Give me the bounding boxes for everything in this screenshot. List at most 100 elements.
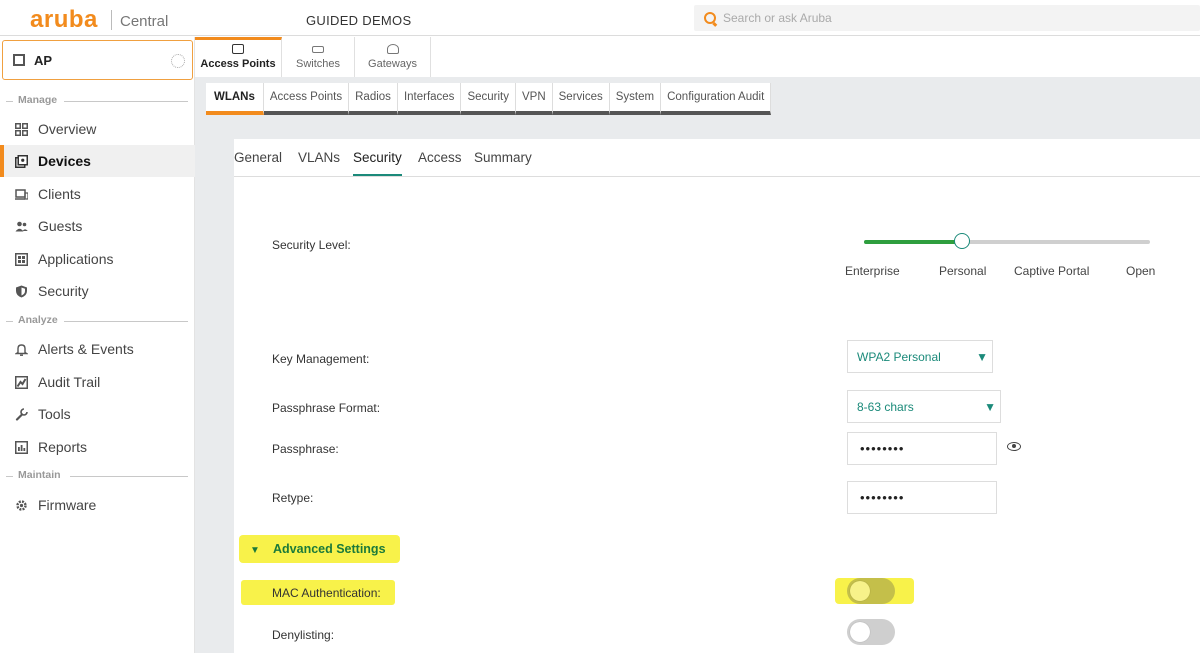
tab-label: Switches — [295, 58, 341, 70]
tab-gateways[interactable]: Gateways — [355, 37, 431, 77]
toggle-knob — [850, 622, 870, 642]
key-management-select[interactable]: WPA2 Personal ▼ — [847, 340, 993, 373]
sidebar-item-applications[interactable]: Applications — [0, 243, 195, 275]
advanced-settings-toggle[interactable]: Advanced Settings — [273, 542, 386, 556]
page-title: GUIDED DEMOS — [306, 13, 412, 28]
context-label: AP — [34, 53, 53, 68]
wizard-tab-general[interactable]: General — [234, 150, 282, 165]
loading-spinner-icon — [171, 54, 185, 68]
tab-radios[interactable]: Radios — [349, 83, 398, 115]
audit-icon — [15, 376, 28, 389]
security-level-enterprise[interactable]: Enterprise — [845, 264, 900, 278]
eye-icon[interactable] — [1007, 442, 1021, 451]
wizard-tab-vlans[interactable]: VLANs — [298, 150, 340, 165]
product-name: Central — [120, 13, 169, 30]
logo-divider — [111, 10, 112, 30]
sidebar-item-tools[interactable]: Tools — [0, 398, 195, 430]
chevron-down-icon[interactable]: ▼ — [250, 545, 260, 556]
sidebar-item-label: Audit Trail — [38, 374, 101, 390]
tab-label: Access Points — [200, 58, 276, 70]
search-bar[interactable]: Search or ask Aruba — [694, 5, 1200, 31]
tab-configuration-audit[interactable]: Configuration Audit — [661, 83, 772, 115]
sidebar-item-label: Alerts & Events — [38, 341, 134, 357]
device-type-tabs: Access Points Switches Gateways — [195, 37, 1200, 77]
aruba-logo[interactable]: aruba — [30, 6, 98, 34]
sidebar-item-label: Devices — [38, 153, 91, 169]
top-bar: aruba Central GUIDED DEMOS Search or ask… — [0, 0, 1200, 36]
sidebar-item-clients[interactable]: Clients — [0, 178, 195, 210]
sidebar-item-label: Guests — [38, 218, 83, 234]
tab-access-points-config[interactable]: Access Points — [263, 83, 350, 115]
retype-passphrase-field[interactable] — [847, 481, 997, 514]
tab-interfaces[interactable]: Interfaces — [397, 83, 462, 115]
laptop-icon — [15, 188, 29, 201]
access-point-icon — [232, 44, 244, 54]
tab-system[interactable]: System — [609, 83, 662, 115]
sidebar-item-label: Tools — [38, 406, 71, 422]
security-level-captive-portal[interactable]: Captive Portal — [1014, 264, 1089, 278]
wrench-icon — [15, 408, 28, 421]
bell-icon — [14, 343, 29, 356]
tab-vpn[interactable]: VPN — [515, 83, 553, 115]
sidebar-item-audit-trail[interactable]: Audit Trail — [0, 366, 195, 398]
sidebar-item-guests[interactable]: Guests — [0, 210, 195, 242]
passphrase-format-select[interactable]: 8-63 chars ▼ — [847, 390, 1001, 423]
section-label: Manage — [18, 94, 58, 106]
sidebar-item-alerts-events[interactable]: Alerts & Events — [0, 333, 195, 365]
slider-fill — [864, 240, 962, 244]
security-level-open[interactable]: Open — [1126, 264, 1155, 278]
tab-security[interactable]: Security — [461, 83, 516, 115]
divider — [64, 101, 188, 102]
sidebar-item-firmware[interactable]: Firmware — [0, 489, 195, 521]
section-analyze: Analyze — [0, 314, 195, 328]
sidebar-item-label: Firmware — [38, 497, 97, 513]
caret-down-icon: ▼ — [984, 400, 996, 414]
sidebar-item-reports[interactable]: Reports — [0, 431, 195, 463]
wlan-wizard-panel: General VLANs Security Access Summary Se… — [234, 139, 1200, 653]
ap-group-icon — [13, 54, 25, 66]
section-label: Maintain — [18, 469, 61, 481]
tab-services[interactable]: Services — [552, 83, 610, 115]
security-level-personal[interactable]: Personal — [939, 264, 986, 278]
content-area: WLANs Access Points Radios Interfaces Se… — [195, 77, 1200, 653]
users-icon — [15, 220, 28, 233]
sidebar: AP Manage Overview Devices Clients Guest… — [0, 37, 195, 653]
switch-icon — [312, 46, 324, 53]
tab-wlans[interactable]: WLANs — [206, 83, 264, 115]
sidebar-item-security[interactable]: Security — [0, 275, 195, 307]
search-input[interactable]: Search or ask Aruba — [723, 11, 832, 25]
tab-access-points[interactable]: Access Points — [195, 37, 282, 77]
divider — [70, 476, 188, 477]
context-selector[interactable]: AP — [2, 40, 193, 80]
divider — [6, 321, 13, 322]
sidebar-item-label: Clients — [38, 186, 81, 202]
gateway-icon — [386, 44, 399, 54]
sidebar-item-devices[interactable]: Devices — [0, 145, 195, 177]
passphrase-field[interactable] — [847, 432, 997, 465]
grid-icon — [15, 123, 28, 136]
mac-authentication-label: MAC Authentication: — [272, 586, 381, 600]
tab-switches[interactable]: Switches — [282, 37, 355, 77]
sidebar-item-overview[interactable]: Overview — [0, 113, 195, 145]
wizard-tab-security[interactable]: Security — [353, 150, 402, 176]
divider — [6, 101, 13, 102]
apps-icon — [15, 253, 28, 266]
passphrase-label: Passphrase: — [272, 442, 339, 456]
search-icon — [704, 12, 716, 24]
denylisting-label: Denylisting: — [272, 628, 335, 642]
mac-authentication-toggle[interactable] — [847, 578, 895, 604]
sidebar-item-label: Security — [38, 283, 89, 299]
config-subtabs: WLANs Access Points Radios Interfaces Se… — [206, 83, 772, 115]
selected-value: 8-63 chars — [857, 400, 914, 414]
report-icon — [15, 441, 28, 454]
wizard-tab-summary[interactable]: Summary — [474, 150, 532, 165]
wizard-tab-access[interactable]: Access — [418, 150, 462, 165]
shield-icon — [15, 285, 28, 298]
key-management-label: Key Management: — [272, 352, 370, 366]
security-level-slider[interactable] — [864, 233, 1150, 249]
passphrase-format-label: Passphrase Format: — [272, 401, 381, 415]
slider-handle[interactable] — [954, 233, 970, 249]
sidebar-item-label: Reports — [38, 439, 88, 455]
retype-label: Retype: — [272, 491, 314, 505]
denylisting-toggle[interactable] — [847, 619, 895, 645]
